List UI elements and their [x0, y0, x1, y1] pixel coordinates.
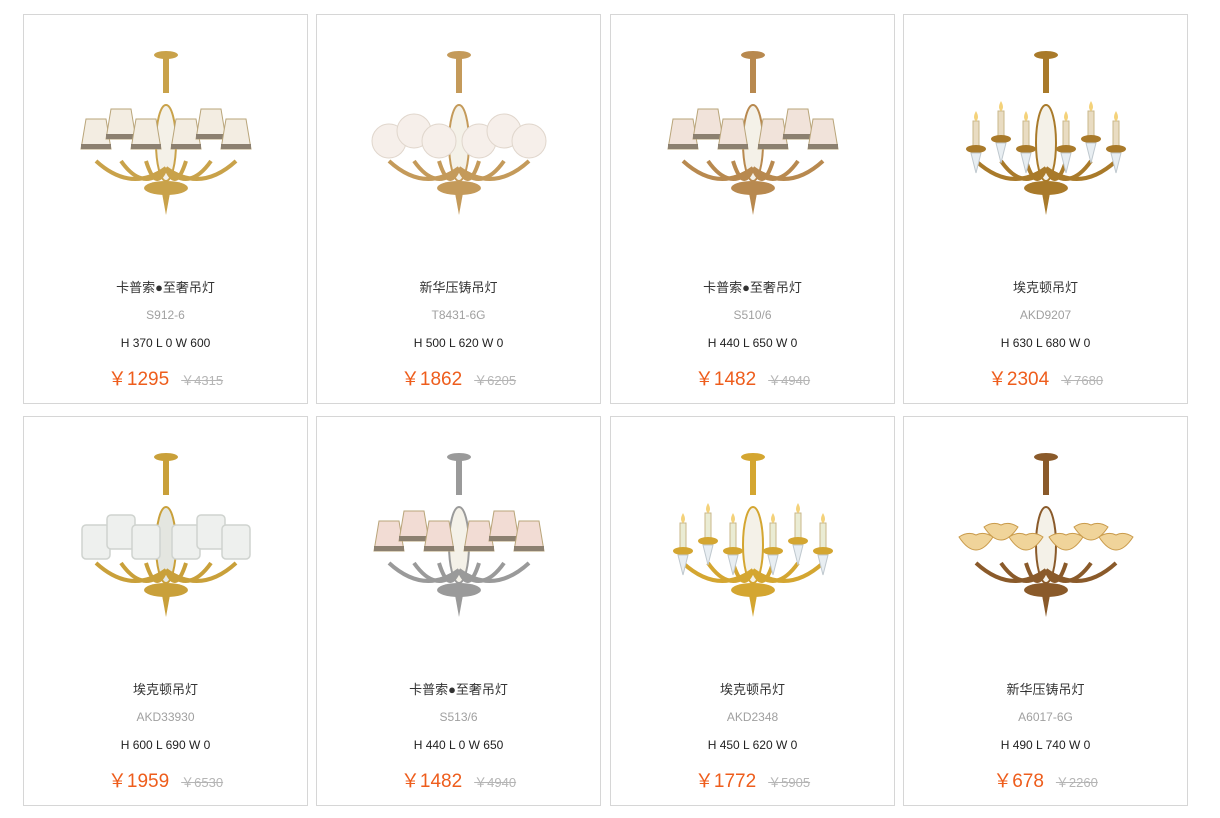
current-price: ￥1482 [694, 369, 757, 390]
current-price: ￥678 [993, 771, 1044, 792]
current-price: ￥1482 [400, 771, 463, 792]
original-price: ￥2260 [1055, 775, 1098, 790]
chandelier-image[interactable] [66, 445, 266, 645]
product-model: S912-6 [146, 308, 185, 322]
product-dimensions: H 500 L 620 W 0 [413, 336, 504, 350]
product-model: A6017-6G [1018, 710, 1073, 724]
current-price: ￥1862 [400, 369, 463, 390]
product-card[interactable]: 埃克顿吊灯 AKD2348 H 450 L 620 W 0 ￥1772 ￥5905 [610, 416, 895, 806]
product-card[interactable]: 卡普索●至奢吊灯 S912-6 H 370 L 0 W 600 ￥1295 ￥43… [23, 14, 308, 404]
product-model: S510/6 [733, 308, 772, 322]
current-price: ￥2304 [987, 369, 1050, 390]
product-name[interactable]: 埃克顿吊灯 [24, 679, 307, 698]
product-card[interactable]: 卡普索●至奢吊灯 S510/6 H 440 L 650 W 0 ￥1482 ￥49… [610, 14, 895, 404]
product-dimensions: H 630 L 680 W 0 [1000, 336, 1091, 350]
original-price: ￥4940 [474, 775, 517, 790]
chandelier-image[interactable] [946, 445, 1146, 645]
product-card[interactable]: 新华压铸吊灯 A6017-6G H 490 L 740 W 0 ￥678 ￥226… [903, 416, 1188, 806]
price-row: ￥1959 ￥6530 [24, 766, 307, 793]
product-grid: 卡普索●至奢吊灯 S912-6 H 370 L 0 W 600 ￥1295 ￥43… [23, 14, 1190, 808]
product-model: AKD2348 [726, 710, 779, 724]
original-price: ￥6530 [181, 775, 224, 790]
product-card[interactable]: 新华压铸吊灯 T8431-6G H 500 L 620 W 0 ￥1862 ￥62… [316, 14, 601, 404]
product-model: T8431-6G [431, 308, 486, 322]
original-price: ￥5905 [768, 775, 811, 790]
chandelier-image[interactable] [653, 43, 853, 243]
product-card[interactable]: 埃克顿吊灯 AKD9207 H 630 L 680 W 0 ￥2304 ￥7680 [903, 14, 1188, 404]
product-name[interactable]: 新华压铸吊灯 [904, 679, 1187, 698]
product-name[interactable]: 新华压铸吊灯 [317, 277, 600, 296]
original-price: ￥6205 [474, 373, 517, 388]
current-price: ￥1295 [107, 369, 170, 390]
product-name[interactable]: 卡普索●至奢吊灯 [611, 277, 894, 296]
chandelier-image[interactable] [946, 43, 1146, 243]
product-dimensions: H 450 L 620 W 0 [707, 738, 798, 752]
product-card[interactable]: 埃克顿吊灯 AKD33930 H 600 L 690 W 0 ￥1959 ￥653… [23, 416, 308, 806]
product-dimensions: H 370 L 0 W 600 [120, 336, 211, 350]
product-dimensions: H 440 L 650 W 0 [707, 336, 798, 350]
price-row: ￥1482 ￥4940 [317, 766, 600, 793]
chandelier-image[interactable] [66, 43, 266, 243]
price-row: ￥2304 ￥7680 [904, 364, 1187, 391]
current-price: ￥1959 [107, 771, 170, 792]
product-name[interactable]: 埃克顿吊灯 [611, 679, 894, 698]
product-model: AKD33930 [136, 710, 195, 724]
product-model: AKD9207 [1019, 308, 1072, 322]
price-row: ￥1482 ￥4940 [611, 364, 894, 391]
price-row: ￥1295 ￥4315 [24, 364, 307, 391]
price-row: ￥678 ￥2260 [904, 766, 1187, 793]
product-name[interactable]: 卡普索●至奢吊灯 [24, 277, 307, 296]
product-name[interactable]: 卡普索●至奢吊灯 [317, 679, 600, 698]
product-dimensions: H 440 L 0 W 650 [413, 738, 504, 752]
chandelier-image[interactable] [653, 445, 853, 645]
product-dimensions: H 600 L 690 W 0 [120, 738, 211, 752]
original-price: ￥4940 [768, 373, 811, 388]
price-row: ￥1772 ￥5905 [611, 766, 894, 793]
original-price: ￥7680 [1061, 373, 1104, 388]
product-card[interactable]: 卡普索●至奢吊灯 S513/6 H 440 L 0 W 650 ￥1482 ￥49… [316, 416, 601, 806]
product-dimensions: H 490 L 740 W 0 [1000, 738, 1091, 752]
chandelier-image[interactable] [359, 43, 559, 243]
price-row: ￥1862 ￥6205 [317, 364, 600, 391]
product-model: S513/6 [439, 710, 478, 724]
original-price: ￥4315 [181, 373, 224, 388]
current-price: ￥1772 [694, 771, 757, 792]
product-name[interactable]: 埃克顿吊灯 [904, 277, 1187, 296]
chandelier-image[interactable] [359, 445, 559, 645]
